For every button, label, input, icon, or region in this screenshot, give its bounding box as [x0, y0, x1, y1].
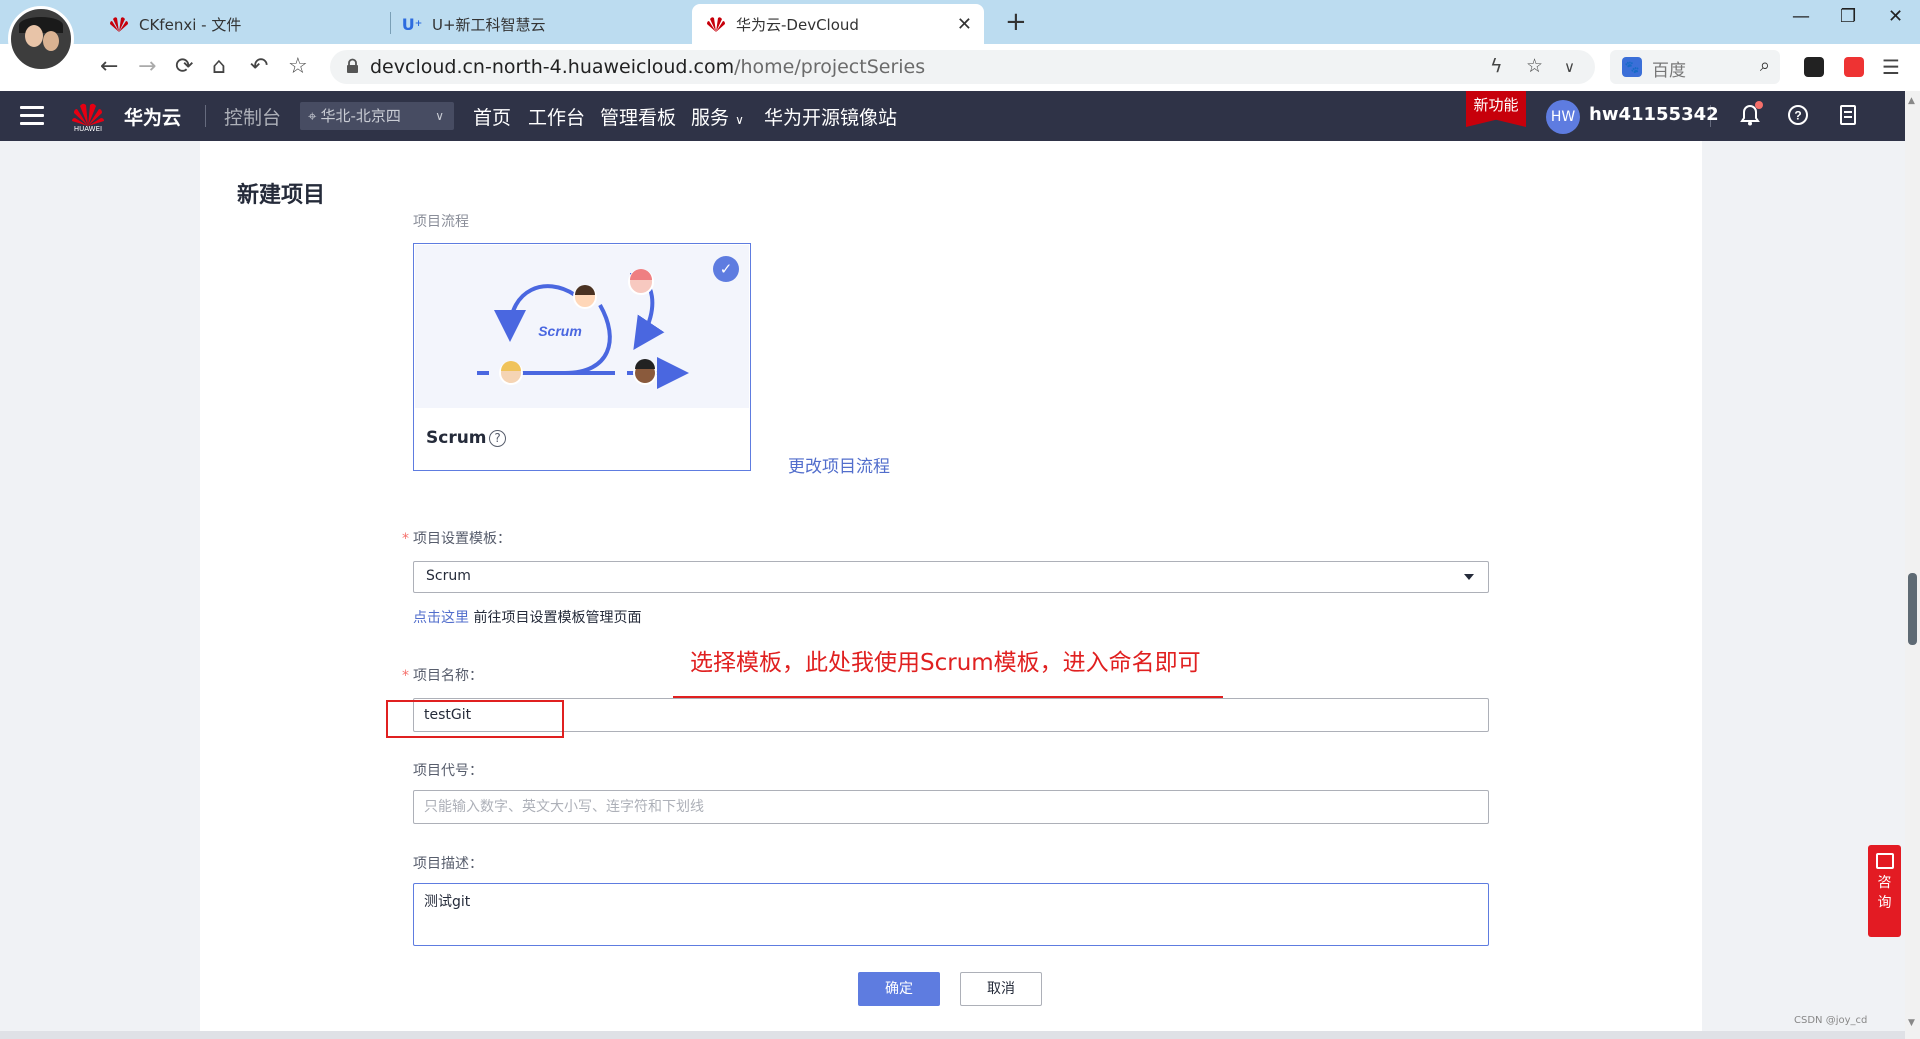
window-close-icon[interactable]: ✕	[1888, 6, 1903, 27]
chevron-down-icon: ∨	[735, 113, 744, 127]
minimize-icon[interactable]: —	[1792, 6, 1810, 27]
undo-icon[interactable]: ↶	[250, 54, 268, 80]
page-scrollbar[interactable]	[1905, 91, 1920, 1039]
lightning-icon[interactable]: ϟ	[1490, 55, 1503, 77]
browser-address-bar: ← → ⟳ ⌂ ↶ ☆ devcloud.cn-north-4.huaweicl…	[0, 44, 1920, 91]
required-asterisk: *	[402, 531, 409, 547]
chat-icon	[1875, 853, 1894, 869]
lock-icon	[347, 58, 358, 73]
consult-char-2: 询	[1877, 895, 1892, 911]
new-tab-plus-icon[interactable]: +	[1005, 8, 1027, 36]
desc-label: 项目描述：	[413, 856, 483, 872]
document-icon[interactable]	[1836, 104, 1860, 128]
template-select-value: Scrum	[426, 568, 471, 584]
extension-icon[interactable]	[1804, 57, 1824, 77]
url-host: devcloud.cn-north-4.huaweicloud.com	[370, 56, 735, 78]
search-icon[interactable]: ⌕	[1760, 55, 1770, 76]
pdf-icon[interactable]	[1844, 57, 1864, 77]
region-label: 华北-北京四	[320, 107, 401, 125]
huawei-icon	[109, 15, 129, 33]
help-icon[interactable]: ?	[1786, 104, 1810, 128]
nav-dashboard[interactable]: 管理看板	[600, 103, 676, 130]
brand-name[interactable]: 华为云	[124, 103, 181, 130]
scroll-down-arrow-icon[interactable]: ▼	[1908, 1018, 1915, 1028]
question-circle-icon[interactable]: ?	[489, 430, 506, 447]
confirm-button[interactable]: 确定	[858, 972, 940, 1006]
annotation-text: 选择模板，此处我使用Scrum模板，进入命名即可	[690, 650, 1201, 676]
browser-profile-avatar[interactable]	[8, 6, 74, 72]
watermark: CSDN @joy_cd	[1794, 1015, 1868, 1026]
scrum-illustration: Scrum	[415, 245, 749, 408]
selected-check-icon: ✓	[713, 256, 739, 282]
name-label-text: 项目名称：	[413, 668, 483, 684]
template-label-text: 项目设置模板：	[413, 531, 511, 547]
bookmark-star-icon[interactable]: ☆	[288, 54, 308, 80]
scrollbar-thumb[interactable]	[1908, 573, 1917, 645]
huawei-icon	[706, 15, 726, 33]
location-pin-icon: ⌖	[308, 107, 317, 125]
region-selector[interactable]: ⌖ 华北-北京四 ∨	[300, 102, 454, 130]
browser-tab-devcloud[interactable]: 华为云-DevCloud ✕	[692, 4, 984, 44]
user-avatar[interactable]: HW	[1546, 100, 1580, 134]
page-title: 新建项目	[237, 183, 326, 208]
tab-label: U+新工科智慧云	[432, 15, 546, 34]
template-label: * 项目设置模板：	[402, 528, 511, 548]
consult-char-1: 咨	[1877, 875, 1892, 891]
caret-down-icon	[1464, 574, 1474, 580]
annotation-highlight-box	[386, 700, 564, 738]
flow-name: Scrum	[426, 428, 487, 448]
cancel-button[interactable]: 取消	[960, 972, 1042, 1006]
home-icon[interactable]: ⌂	[212, 54, 226, 80]
chevron-down-icon[interactable]: ∨	[1564, 58, 1575, 76]
bottom-strip	[0, 1031, 1905, 1039]
template-select[interactable]: Scrum	[413, 561, 1489, 593]
close-icon[interactable]: ✕	[957, 14, 972, 35]
scroll-up-arrow-icon[interactable]: ▲	[1908, 96, 1915, 106]
consult-button[interactable]: 咨 询	[1868, 845, 1901, 937]
console-link[interactable]: 控制台	[224, 103, 281, 130]
search-engine-label: 百度	[1652, 61, 1686, 81]
hint-text: 前往项目设置模板管理页面	[469, 610, 642, 626]
search-input[interactable]: 🐾 百度 ⌕	[1610, 50, 1780, 84]
project-code-input[interactable]: 只能输入数字、英文大小写、连字符和下划线	[413, 790, 1489, 824]
name-label: * 项目名称：	[402, 665, 483, 685]
restore-icon[interactable]: ❐	[1840, 6, 1856, 27]
favorite-star-icon[interactable]: ☆	[1526, 55, 1543, 77]
illustration-label: Scrum	[538, 323, 582, 339]
url-path: /home/projectSeries	[734, 56, 926, 78]
username[interactable]: hw41155342	[1589, 104, 1719, 125]
nav-services-label: 服务	[691, 107, 730, 129]
project-description-textarea[interactable]: 测试git	[413, 883, 1489, 946]
template-hint: 点击这里 前往项目设置模板管理页面	[413, 607, 641, 627]
logo-text: HUAWEI	[73, 125, 103, 133]
menu-icon[interactable]: ☰	[1882, 54, 1900, 80]
tab-separator	[390, 12, 391, 34]
browser-tab-ckfenxi[interactable]: CKfenxi - 文件	[105, 4, 390, 44]
header-divider	[205, 105, 206, 127]
svg-text:?: ?	[1794, 109, 1801, 123]
hamburger-menu-icon[interactable]	[20, 106, 44, 126]
chevron-down-icon: ∨	[435, 109, 444, 123]
required-asterisk: *	[402, 668, 409, 684]
nav-workbench[interactable]: 工作台	[528, 103, 585, 130]
url-input[interactable]: devcloud.cn-north-4.huaweicloud.com/home…	[330, 50, 1595, 84]
reload-icon[interactable]: ⟳	[175, 54, 193, 80]
nav-mirror-site[interactable]: 华为开源镜像站	[764, 103, 897, 130]
back-arrow-icon[interactable]: ←	[100, 54, 118, 80]
forward-arrow-icon[interactable]: →	[138, 54, 156, 80]
tab-label: CKfenxi - 文件	[139, 15, 242, 34]
nav-services[interactable]: 服务 ∨	[691, 103, 744, 130]
tab-label: 华为云-DevCloud	[736, 15, 859, 34]
browser-tab-uplus[interactable]: U + U+新工科智慧云	[398, 4, 683, 44]
change-flow-link[interactable]: 更改项目流程	[788, 452, 890, 477]
baidu-paw-icon: 🐾	[1622, 57, 1642, 77]
code-label: 项目代号：	[413, 763, 483, 779]
notification-dot	[1755, 101, 1763, 109]
nav-home[interactable]: 首页	[473, 103, 511, 130]
project-name-input[interactable]: testGit	[413, 698, 1489, 732]
click-here-link[interactable]: 点击这里	[413, 610, 469, 626]
u-plus-icon: U +	[401, 14, 423, 34]
flow-label: 项目流程	[413, 214, 469, 230]
